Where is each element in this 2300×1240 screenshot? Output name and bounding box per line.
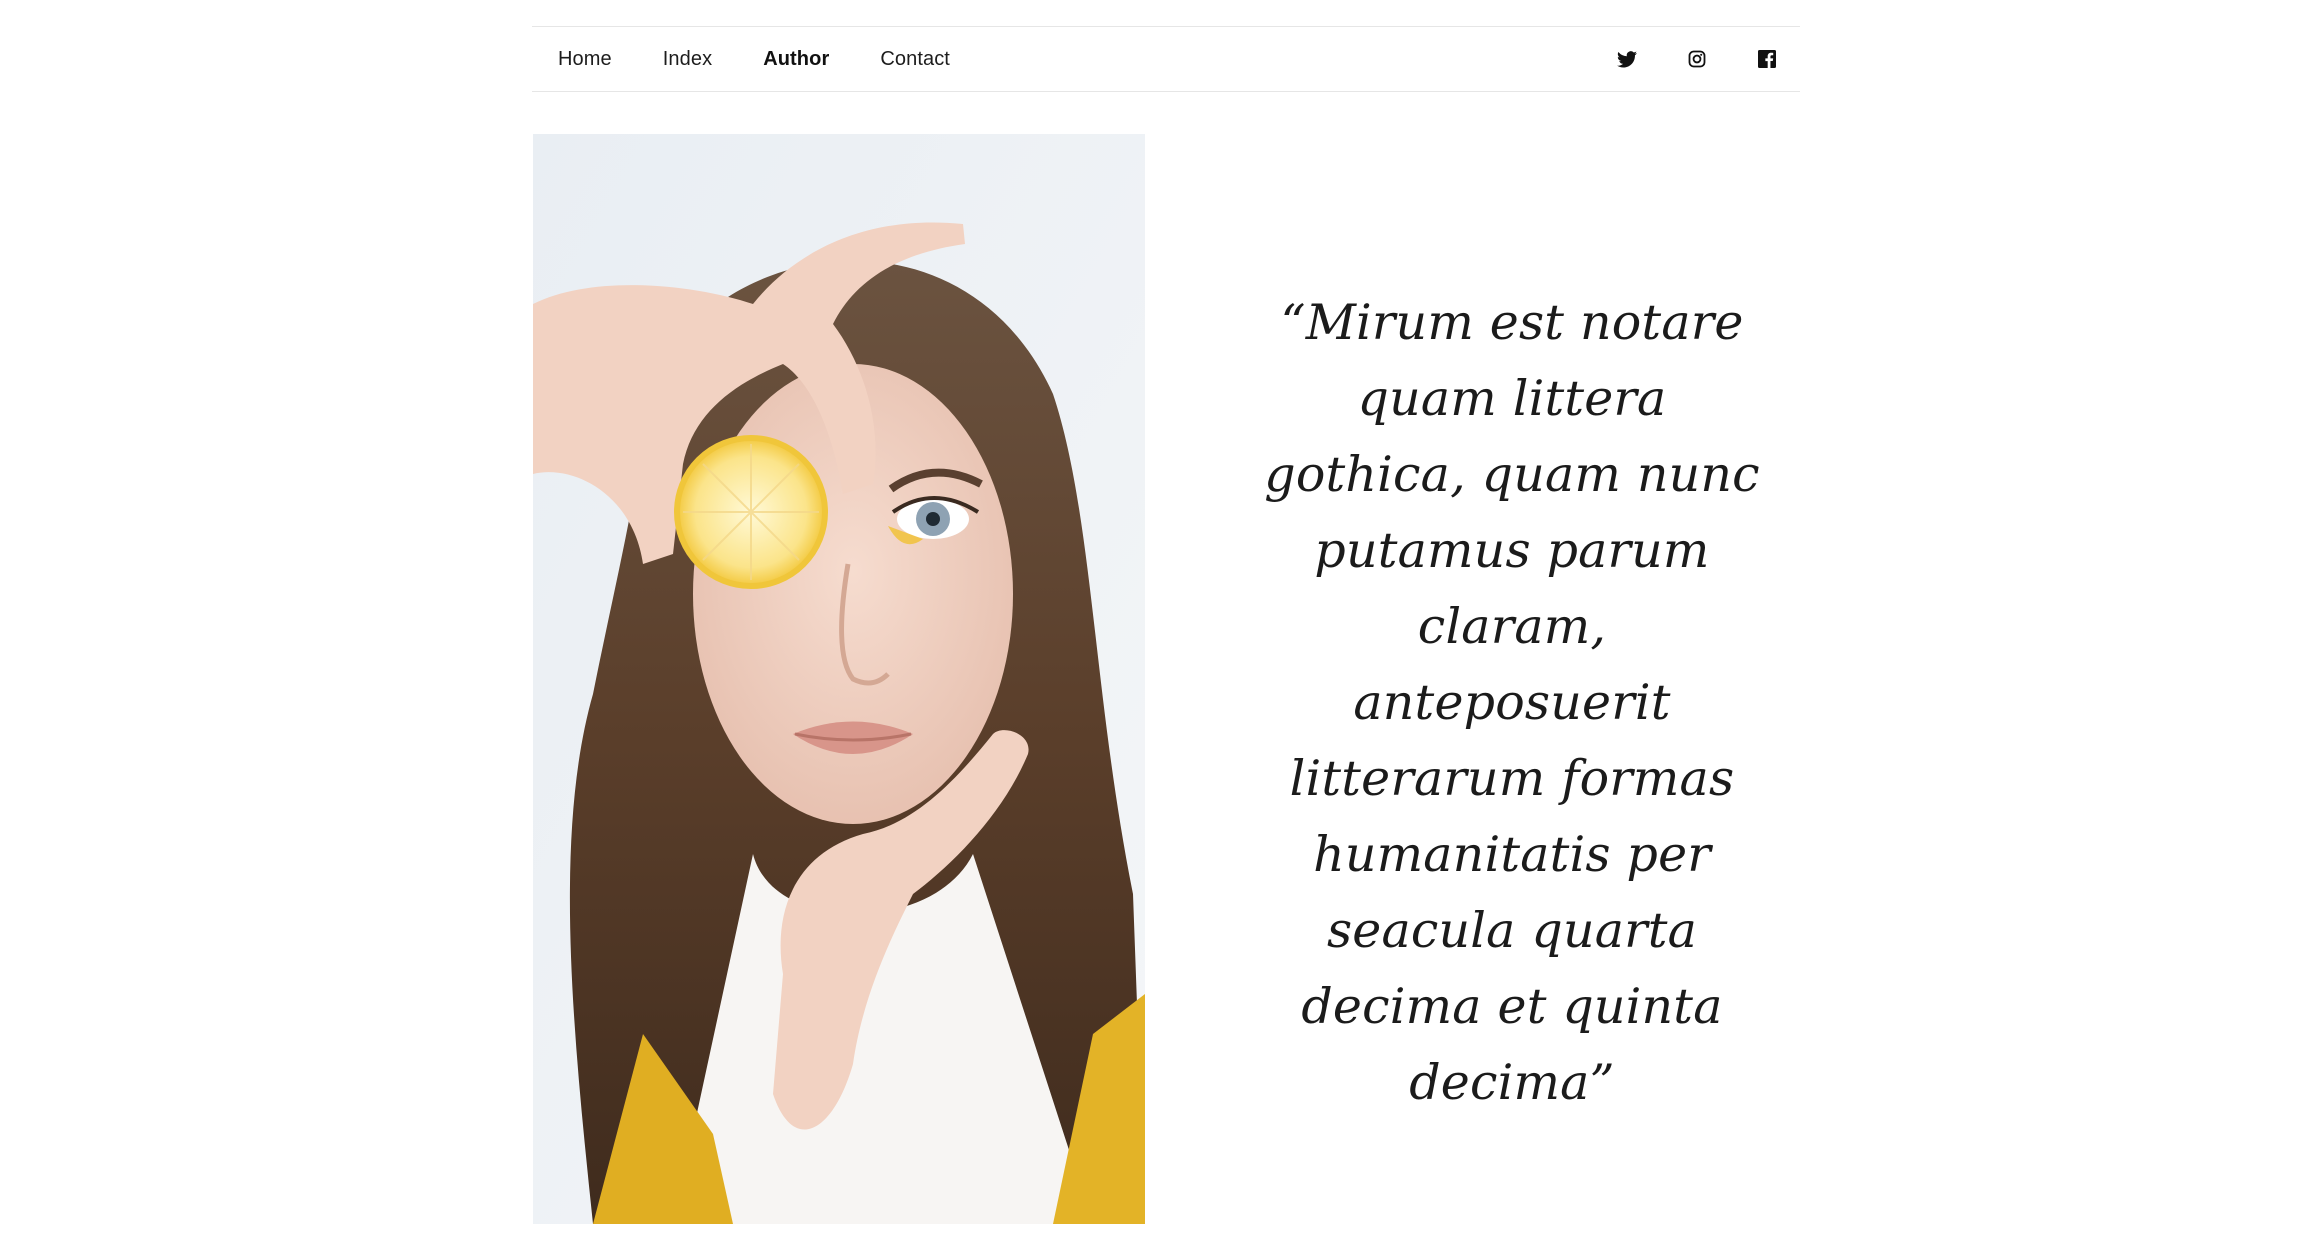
author-photo — [533, 134, 1145, 1224]
nav-links: Home Index Author Contact — [558, 27, 950, 91]
top-navbar: Home Index Author Contact — [532, 26, 1800, 92]
social-links — [1616, 27, 1778, 91]
nav-link-home[interactable]: Home — [558, 48, 612, 71]
author-quote: “Mirum est notare quam littera gothica, … — [1264, 294, 1760, 1111]
nav-link-author[interactable]: Author — [763, 48, 829, 71]
nav-link-index[interactable]: Index — [663, 48, 712, 71]
page-container: Home Index Author Contact “Mirum est not… — [532, 0, 1800, 1240]
nav-link-contact[interactable]: Contact — [880, 48, 950, 71]
author-photo-illustration — [533, 134, 1145, 1224]
quote-section: “Mirum est notare quam littera gothica, … — [1232, 285, 1792, 1121]
twitter-icon[interactable] — [1616, 48, 1638, 70]
facebook-icon[interactable] — [1756, 48, 1778, 70]
instagram-icon[interactable] — [1686, 48, 1708, 70]
